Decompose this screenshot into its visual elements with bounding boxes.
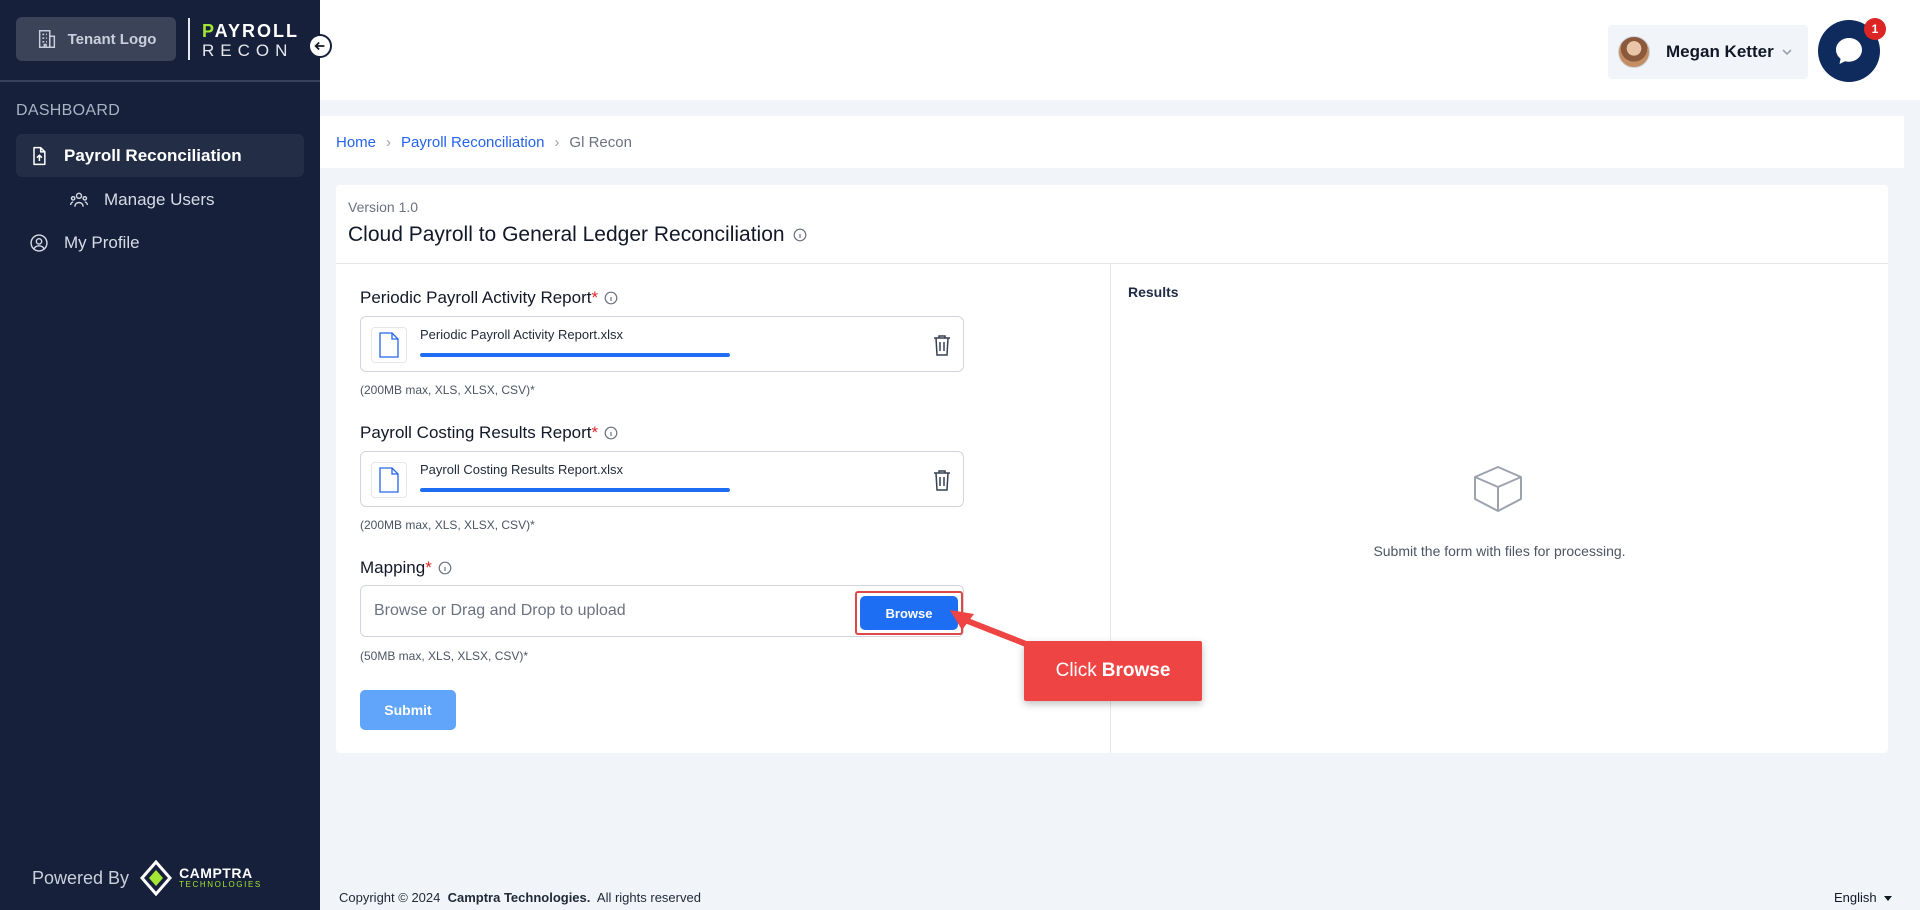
periodic-report-label: Periodic Payroll Activity Report* xyxy=(360,288,618,308)
mapping-label: Mapping* xyxy=(360,558,452,578)
chat-bubble-icon xyxy=(1836,38,1862,64)
trash-icon[interactable] xyxy=(931,333,953,357)
results-title: Results xyxy=(1128,284,1179,300)
powered-by: Powered By CAMPTRA TECHNOLOGIES xyxy=(32,860,262,896)
rights-text: All rights reserved xyxy=(596,890,701,905)
page-title: Cloud Payroll to General Ledger Reconcil… xyxy=(348,223,807,247)
breadcrumb-current: Gl Recon xyxy=(569,133,632,151)
info-icon[interactable] xyxy=(438,561,452,575)
breadcrumb-separator-icon: › xyxy=(386,133,392,151)
field-label-text: Periodic Payroll Activity Report xyxy=(360,288,592,307)
sidebar-item-label: My Profile xyxy=(64,232,140,252)
logo-accent-letter: P xyxy=(202,21,215,41)
sidebar-item-my-profile[interactable]: My Profile xyxy=(16,221,304,264)
upload-progress-fill xyxy=(420,488,730,492)
user-name: Megan Ketter xyxy=(1666,42,1774,61)
field-label-text: Mapping xyxy=(360,558,426,577)
payroll-recon-logo: PAYROLL RECON xyxy=(202,22,299,59)
trash-icon[interactable] xyxy=(931,468,953,492)
page-title-text: Cloud Payroll to General Ledger Reconcil… xyxy=(348,223,785,246)
click-browse-callout: Click Browse xyxy=(1024,641,1202,701)
upload-progress xyxy=(420,353,730,357)
tenant-logo: Tenant Logo xyxy=(16,17,176,61)
camptra-logo: CAMPTRA TECHNOLOGIES xyxy=(139,860,262,896)
building-icon xyxy=(38,30,55,48)
camptra-name: CAMPTRA xyxy=(179,865,253,882)
breadcrumb-payroll-reconciliation[interactable]: Payroll Reconciliation xyxy=(401,134,544,151)
collapse-sidebar-button[interactable] xyxy=(308,34,332,58)
sidebar-item-payroll-reconciliation[interactable]: Payroll Reconciliation xyxy=(16,134,304,177)
copyright-text: Copyright © 2024 xyxy=(339,890,441,905)
info-icon[interactable] xyxy=(604,291,618,305)
breadcrumb-home[interactable]: Home xyxy=(336,134,376,151)
breadcrumb-separator-icon: › xyxy=(554,133,560,151)
powered-by-label: Powered By xyxy=(32,867,130,888)
upload-progress-fill xyxy=(420,353,730,357)
info-icon[interactable] xyxy=(604,426,618,440)
brand-divider xyxy=(188,18,190,60)
file-name: Payroll Costing Results Report.xlsx xyxy=(420,462,624,477)
upload-progress xyxy=(420,488,730,492)
file-icon xyxy=(371,327,407,363)
avatar xyxy=(1618,36,1650,68)
file-icon xyxy=(371,462,407,498)
language-value: English xyxy=(1834,890,1877,905)
logo-line2: RECON xyxy=(202,41,294,60)
file-hint: (50MB max, XLS, XLSX, CSV)* xyxy=(360,649,529,663)
sidebar-item-label: Manage Users xyxy=(104,189,215,209)
company-name: Camptra Technologies. xyxy=(447,890,591,905)
results-empty-message: Submit the form with files for processin… xyxy=(1373,543,1626,559)
logo-line1: AYROLL xyxy=(214,21,300,41)
version-label: Version 1.0 xyxy=(348,199,419,215)
costing-report-file: Payroll Costing Results Report.xlsx xyxy=(360,451,964,507)
language-select[interactable]: English xyxy=(1834,890,1893,905)
field-label-text: Payroll Costing Results Report xyxy=(360,423,592,442)
caret-down-icon xyxy=(1883,895,1892,901)
arrow-left-icon xyxy=(314,41,325,51)
required-marker: * xyxy=(591,423,599,442)
chevron-down-icon xyxy=(1782,49,1792,56)
callout-target: Browse xyxy=(1101,660,1171,681)
required-marker: * xyxy=(591,288,599,307)
user-circle-icon xyxy=(28,232,50,254)
nav-section-dashboard: DASHBOARD xyxy=(16,102,121,119)
card-divider xyxy=(336,263,1888,264)
notification-badge: 1 xyxy=(1864,18,1886,40)
sidebar-item-label: Payroll Reconciliation xyxy=(64,145,242,165)
empty-box-icon xyxy=(1474,466,1522,512)
required-marker: * xyxy=(425,558,432,577)
brand-header: Tenant Logo PAYROLL RECON xyxy=(0,0,320,82)
costing-report-label: Payroll Costing Results Report* xyxy=(360,423,618,443)
tenant-logo-text: Tenant Logo xyxy=(67,30,157,48)
breadcrumb: Home › Payroll Reconciliation › Gl Recon xyxy=(320,116,1904,168)
file-hint: (200MB max, XLS, XLSX, CSV)* xyxy=(360,383,535,397)
dropzone-placeholder: Browse or Drag and Drop to upload xyxy=(374,602,626,619)
sidebar-item-manage-users[interactable]: Manage Users xyxy=(16,178,304,221)
file-hint: (200MB max, XLS, XLSX, CSV)* xyxy=(360,518,535,532)
sidebar: Tenant Logo PAYROLL RECON DASHBOARD Payr… xyxy=(0,0,320,910)
callout-prefix: Click xyxy=(1055,660,1097,681)
chat-button[interactable]: 1 xyxy=(1818,18,1886,82)
callout-arrow-icon xyxy=(950,610,1029,647)
file-name: Periodic Payroll Activity Report.xlsx xyxy=(420,327,624,342)
camptra-sub: TECHNOLOGIES xyxy=(179,880,262,890)
user-menu[interactable]: Megan Ketter xyxy=(1608,25,1808,79)
camptra-mark-icon xyxy=(140,860,173,896)
info-icon[interactable] xyxy=(793,228,807,242)
submit-button[interactable]: Submit xyxy=(360,690,456,730)
file-upload-icon xyxy=(28,145,50,167)
footer: Copyright © 2024 Camptra Technologies. A… xyxy=(339,890,701,905)
periodic-report-file: Periodic Payroll Activity Report.xlsx xyxy=(360,316,964,372)
users-icon xyxy=(68,189,90,211)
